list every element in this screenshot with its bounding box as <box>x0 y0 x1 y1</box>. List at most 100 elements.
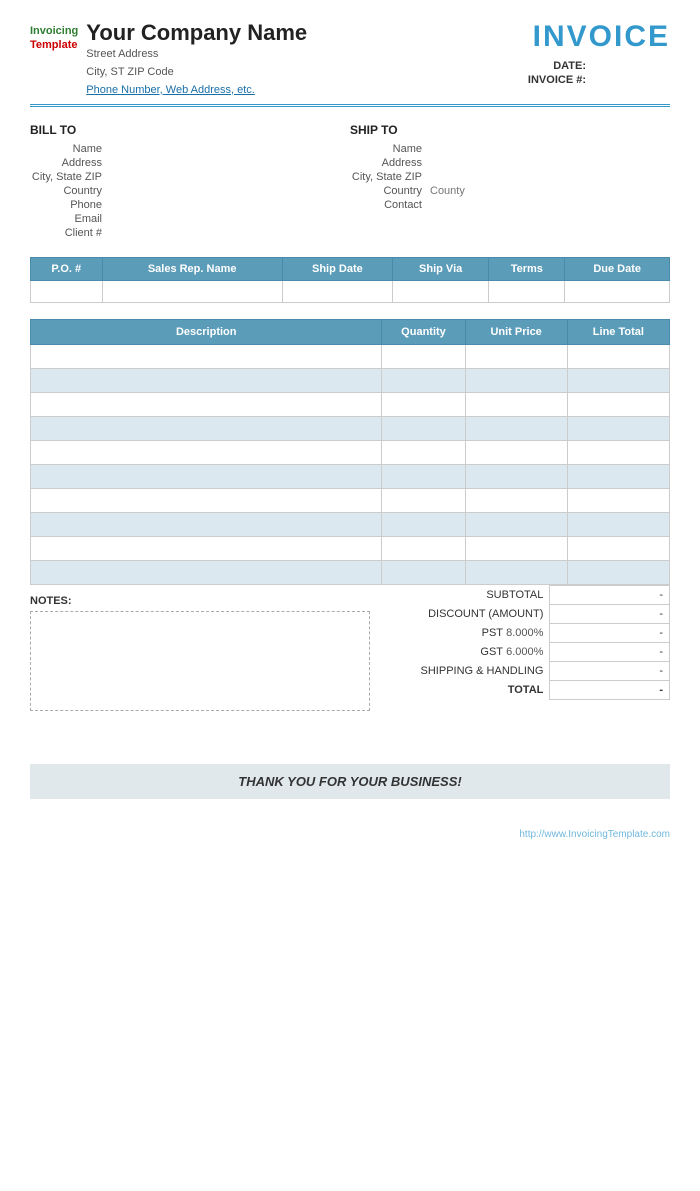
bill-client-row: Client # <box>30 227 350 239</box>
ship-name-value <box>430 143 670 155</box>
logo-template: Template <box>30 39 77 51</box>
item-qty[interactable] <box>382 392 465 416</box>
item-price[interactable] <box>465 344 567 368</box>
shipping-row: SHIPPING & HANDLING - <box>370 661 670 680</box>
item-desc[interactable] <box>31 344 382 368</box>
ship-to-section: SHIP TO Name Address City, State ZIP Cou… <box>350 123 670 241</box>
order-col-terms: Terms <box>489 257 565 280</box>
item-total[interactable] <box>567 392 669 416</box>
table-row <box>31 560 670 584</box>
discount-value: - <box>550 604 670 623</box>
ship-city-label: City, State ZIP <box>350 171 430 183</box>
item-desc[interactable] <box>31 392 382 416</box>
item-qty[interactable] <box>382 344 465 368</box>
bill-address-value <box>110 157 350 169</box>
item-desc[interactable] <box>31 440 382 464</box>
logo: Invoicing Template <box>30 24 78 53</box>
ship-city-row: City, State ZIP <box>350 171 670 183</box>
logo-invoicing: Invoicing <box>30 25 78 37</box>
bill-address-label: Address <box>30 157 110 169</box>
items-col-description: Description <box>31 319 382 344</box>
bottom-layout: NOTES: SUBTOTAL - DISCOUNT (AMOUNT) - PS… <box>30 585 670 724</box>
company-name: Your Company Name <box>86 20 307 46</box>
item-total[interactable] <box>567 440 669 464</box>
total-label: TOTAL <box>370 680 550 699</box>
thank-you-section: THANK YOU FOR YOUR BUSINESS! <box>30 764 670 799</box>
header-divider <box>30 104 670 107</box>
bill-client-value <box>110 227 350 239</box>
table-row <box>31 392 670 416</box>
item-total[interactable] <box>567 464 669 488</box>
item-qty[interactable] <box>382 512 465 536</box>
order-table: P.O. # Sales Rep. Name Ship Date Ship Vi… <box>30 257 670 303</box>
bill-email-value <box>110 213 350 225</box>
order-table-data-row <box>31 280 670 302</box>
phone-web-link[interactable]: Phone Number, Web Address, etc. <box>86 84 255 96</box>
item-qty[interactable] <box>382 416 465 440</box>
item-desc[interactable] <box>31 536 382 560</box>
item-qty[interactable] <box>382 464 465 488</box>
item-desc[interactable] <box>31 560 382 584</box>
item-total[interactable] <box>567 368 669 392</box>
item-qty[interactable] <box>382 560 465 584</box>
order-po-value[interactable] <box>31 280 103 302</box>
subtotal-row: SUBTOTAL - <box>370 585 670 604</box>
bill-country-value <box>110 185 350 197</box>
item-qty[interactable] <box>382 536 465 560</box>
item-total[interactable] <box>567 560 669 584</box>
ship-to-header: SHIP TO <box>350 123 670 137</box>
item-price[interactable] <box>465 560 567 584</box>
table-row <box>31 368 670 392</box>
item-price[interactable] <box>465 536 567 560</box>
item-price[interactable] <box>465 464 567 488</box>
item-total[interactable] <box>567 416 669 440</box>
item-price[interactable] <box>465 392 567 416</box>
bill-city-label: City, State ZIP <box>30 171 110 183</box>
item-qty[interactable] <box>382 488 465 512</box>
item-desc[interactable] <box>31 416 382 440</box>
notes-section: NOTES: <box>30 585 370 724</box>
item-qty[interactable] <box>382 440 465 464</box>
items-col-unit-price: Unit Price <box>465 319 567 344</box>
pst-value: - <box>550 623 670 642</box>
item-total[interactable] <box>567 488 669 512</box>
date-invoice-block: DATE: INVOICE #: <box>528 60 670 86</box>
item-price[interactable] <box>465 368 567 392</box>
item-qty[interactable] <box>382 368 465 392</box>
item-price[interactable] <box>465 416 567 440</box>
order-col-sales: Sales Rep. Name <box>102 257 282 280</box>
item-desc[interactable] <box>31 464 382 488</box>
bill-name-label: Name <box>30 143 110 155</box>
notes-textarea[interactable] <box>30 611 370 711</box>
item-desc[interactable] <box>31 512 382 536</box>
order-shipdate-value[interactable] <box>282 280 392 302</box>
items-table: Description Quantity Unit Price Line Tot… <box>30 319 670 585</box>
item-total[interactable] <box>567 512 669 536</box>
item-price[interactable] <box>465 440 567 464</box>
items-col-quantity: Quantity <box>382 319 465 344</box>
order-sales-value[interactable] <box>102 280 282 302</box>
items-header-row: Description Quantity Unit Price Line Tot… <box>31 319 670 344</box>
bill-phone-label: Phone <box>30 199 110 211</box>
item-desc[interactable] <box>31 368 382 392</box>
invoice-num-row: INVOICE #: <box>528 74 670 86</box>
item-total[interactable] <box>567 536 669 560</box>
bill-ship-section: BILL TO Name Address City, State ZIP Cou… <box>30 123 670 241</box>
subtotal-value: - <box>550 585 670 604</box>
company-block: Invoicing Template Your Company Name Str… <box>30 20 307 96</box>
order-shipvia-value[interactable] <box>392 280 488 302</box>
order-terms-value[interactable] <box>489 280 565 302</box>
item-price[interactable] <box>465 488 567 512</box>
shipping-value: - <box>550 661 670 680</box>
order-col-duedate: Due Date <box>565 257 670 280</box>
item-desc[interactable] <box>31 488 382 512</box>
ship-name-label: Name <box>350 143 430 155</box>
thank-you-bar: THANK YOU FOR YOUR BUSINESS! <box>30 764 670 799</box>
city-state-zip: City, ST ZIP Code <box>86 64 307 82</box>
ship-country-row: Country County <box>350 185 670 197</box>
total-row: TOTAL - <box>370 680 670 699</box>
item-price[interactable] <box>465 512 567 536</box>
bill-email-row: Email <box>30 213 350 225</box>
item-total[interactable] <box>567 344 669 368</box>
order-duedate-value[interactable] <box>565 280 670 302</box>
